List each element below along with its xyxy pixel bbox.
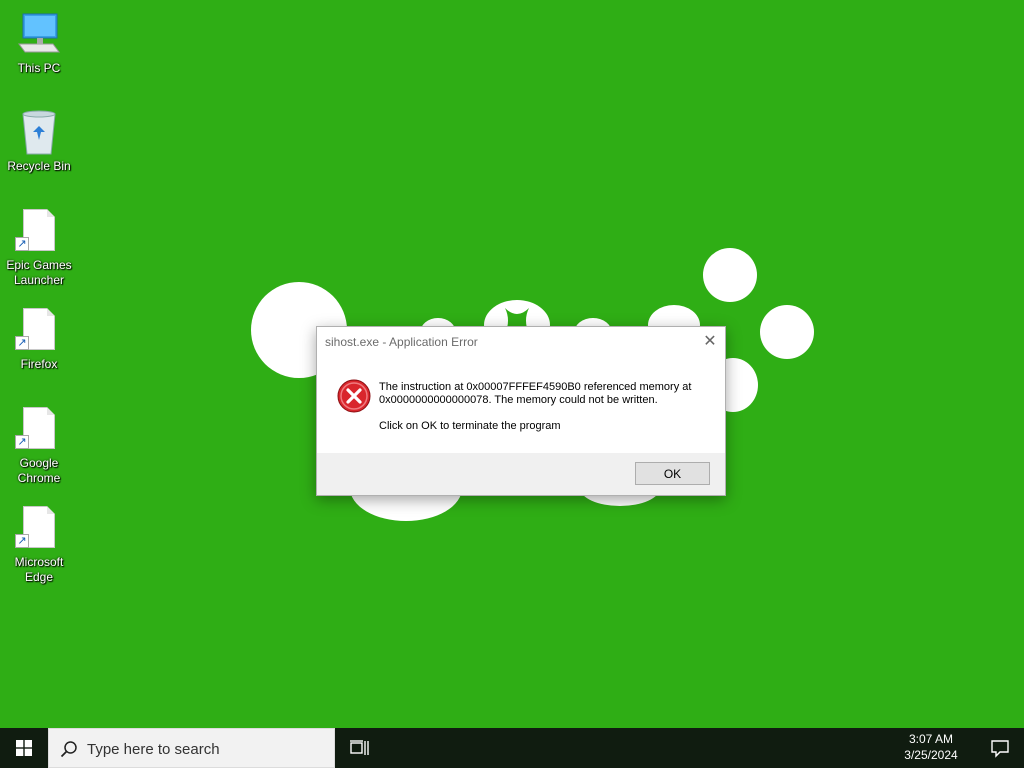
recycle-bin-icon [15, 108, 63, 156]
dialog-title: sihost.exe - Application Error [325, 335, 478, 349]
error-message: The instruction at 0x00007FFFEF4590B0 re… [379, 381, 692, 406]
shortcut-arrow-icon: ↗ [15, 435, 29, 449]
error-prompt: Click on OK to terminate the program [379, 420, 561, 432]
desktop-icon-firefox[interactable]: ↗ Firefox [4, 306, 74, 372]
shortcut-file-icon: ↗ [15, 306, 63, 354]
shortcut-arrow-icon: ↗ [15, 534, 29, 548]
windows-logo-icon [16, 740, 32, 756]
search-input[interactable] [87, 737, 317, 761]
search-icon [60, 741, 77, 758]
ok-button[interactable]: OK [635, 462, 710, 485]
desktop-icon-label: Microsoft Edge [14, 555, 64, 584]
desktop-icon-recycle-bin[interactable]: Recycle Bin [4, 108, 74, 174]
task-view-icon [350, 740, 369, 755]
taskbar-search-box[interactable] [48, 728, 335, 768]
computer-icon [15, 10, 63, 58]
wallpaper-blob [760, 305, 814, 359]
desktop-icon-label: Google Chrome [17, 456, 61, 485]
task-view-button[interactable] [343, 728, 377, 768]
shortcut-arrow-icon: ↗ [15, 336, 29, 350]
desktop-icon-microsoft-edge[interactable]: ↗ Microsoft Edge [4, 504, 74, 585]
desktop-icon-label: Firefox [20, 357, 58, 371]
close-icon[interactable]: ✕ [701, 331, 719, 351]
clock-date: 3/25/2024 [904, 748, 958, 762]
desktop-icon-epic-games[interactable]: ↗ Epic Games Launcher [4, 207, 74, 288]
desktop-icon-google-chrome[interactable]: ↗ Google Chrome [4, 405, 74, 486]
desktop-icon-label: Epic Games Launcher [6, 258, 72, 287]
desktop-icon-label: This PC [17, 61, 61, 75]
taskbar: 3:07 AM 3/25/2024 [0, 728, 1024, 768]
dialog-footer: OK [317, 453, 725, 495]
clock-time: 3:07 AM [908, 732, 954, 746]
desktop-icon-label: Recycle Bin [7, 159, 71, 173]
notification-icon[interactable] [990, 738, 1010, 758]
shortcut-arrow-icon: ↗ [15, 237, 29, 251]
wallpaper-blob [703, 248, 757, 302]
error-icon [337, 379, 371, 413]
start-button[interactable] [0, 728, 48, 768]
shortcut-file-icon: ↗ [15, 207, 63, 255]
application-error-dialog: sihost.exe - Application Error ✕ The ins… [316, 326, 726, 496]
shortcut-file-icon: ↗ [15, 405, 63, 453]
desktop-icon-this-pc[interactable]: This PC [4, 10, 74, 76]
shortcut-file-icon: ↗ [15, 504, 63, 552]
system-clock[interactable]: 3:07 AM 3/25/2024 [896, 731, 966, 763]
